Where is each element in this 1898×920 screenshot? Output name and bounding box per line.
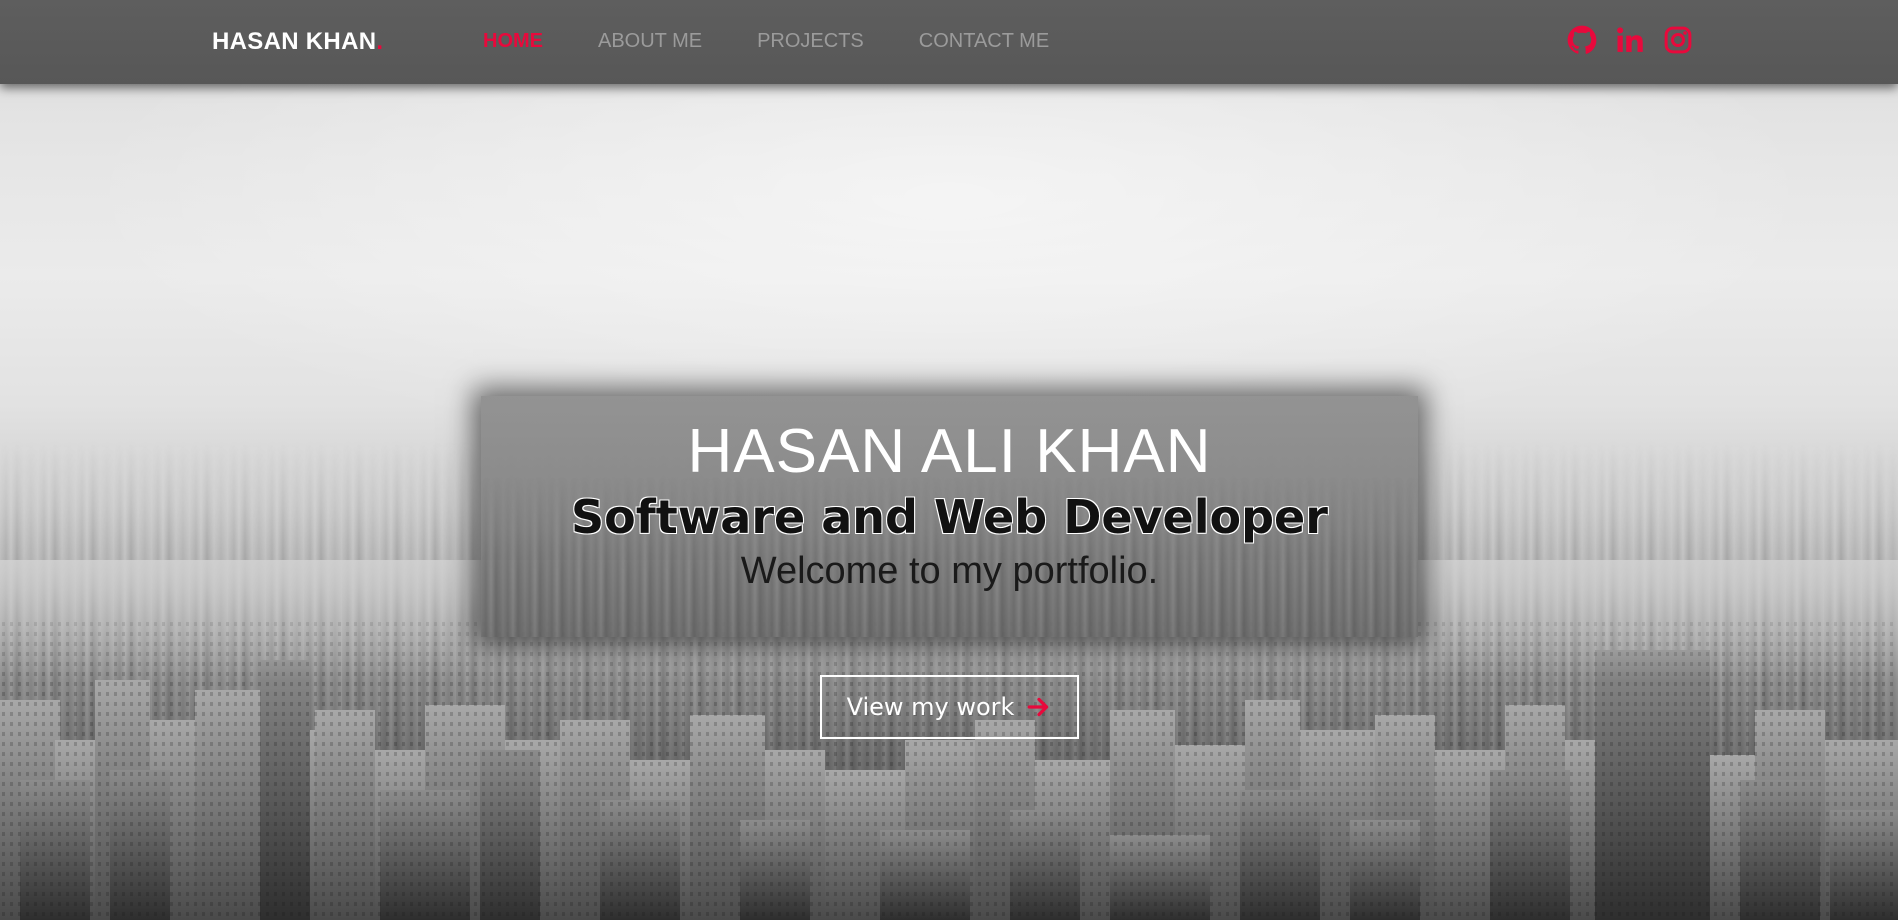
nav-about-me[interactable]: ABOUT ME bbox=[598, 30, 702, 53]
hero-name: HASAN ALI KHAN bbox=[687, 417, 1212, 486]
nav-contact-me[interactable]: CONTACT ME bbox=[919, 30, 1049, 53]
brand-name: HASAN KHAN bbox=[212, 28, 377, 55]
nav-projects[interactable]: PROJECTS bbox=[757, 30, 864, 53]
arrow-right-icon bbox=[1026, 694, 1052, 720]
nav-home[interactable]: HOME bbox=[483, 30, 543, 53]
nav-links: HOME ABOUT ME PROJECTS CONTACT ME bbox=[483, 30, 1104, 53]
view-my-work-button[interactable]: View my work bbox=[820, 675, 1079, 739]
linkedin-icon[interactable] bbox=[1614, 24, 1646, 56]
brand-logo[interactable]: HASAN KHAN. bbox=[212, 28, 383, 56]
social-links bbox=[1566, 24, 1710, 56]
hero-role: Software and Web Developer bbox=[571, 490, 1328, 545]
top-navbar: HASAN KHAN. HOME ABOUT ME PROJECTS CONTA… bbox=[0, 0, 1898, 84]
hero-card: HASAN ALI KHAN Software and Web Develope… bbox=[481, 396, 1418, 637]
brand-dot: . bbox=[376, 28, 384, 55]
instagram-icon[interactable] bbox=[1662, 24, 1694, 56]
hero-welcome: Welcome to my portfolio. bbox=[740, 549, 1159, 592]
github-icon[interactable] bbox=[1566, 24, 1598, 56]
view-my-work-label: View my work bbox=[846, 693, 1015, 721]
